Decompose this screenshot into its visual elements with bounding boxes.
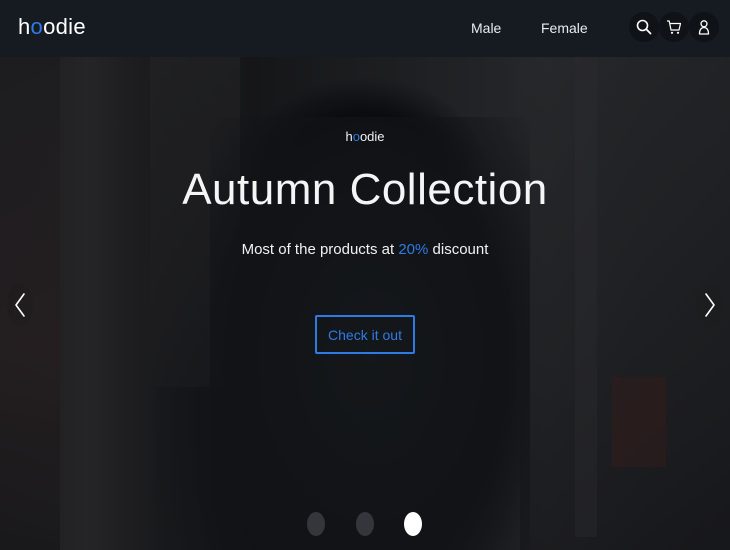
chevron-left-icon: [15, 293, 25, 317]
hero-brand: hoodie: [0, 129, 730, 144]
search-icon: [636, 19, 652, 35]
hero-brand-start: h: [345, 129, 353, 144]
carousel-indicator-2[interactable]: [356, 512, 374, 536]
discount-highlight: 20%: [398, 241, 429, 258]
hero-carousel: hoodie Autumn Collection Most of the pro…: [0, 57, 730, 550]
brand-logo-accent: o: [30, 14, 44, 39]
carousel-next-button[interactable]: [697, 283, 723, 327]
navbar: hoodie Male Female: [0, 0, 730, 57]
cart-button[interactable]: [659, 12, 689, 42]
cart-icon: [667, 20, 682, 34]
chevron-right-icon: [705, 293, 715, 317]
search-button[interactable]: [629, 12, 659, 42]
nav-link-male[interactable]: Male: [471, 20, 501, 36]
hero-subtitle: Most of the products at 20% discount: [0, 241, 730, 258]
brand-logo-start: h: [18, 14, 31, 39]
hero-brand-accent: o: [352, 129, 360, 144]
user-button[interactable]: [689, 12, 719, 42]
carousel-indicators: [0, 512, 730, 536]
hero-title: Autumn Collection: [182, 165, 548, 214]
hero-subtitle-start: Most of the products at: [241, 241, 399, 258]
carousel-prev-button[interactable]: [7, 283, 33, 327]
carousel-indicator-3-active[interactable]: [404, 512, 422, 536]
user-icon: [698, 20, 710, 35]
carousel-indicator-1[interactable]: [307, 512, 325, 536]
nav-link-female[interactable]: Female: [541, 20, 588, 36]
check-it-out-button[interactable]: Check it out: [315, 315, 415, 354]
hero-subtitle-end: discount: [428, 241, 489, 258]
brand-logo[interactable]: hoodie: [18, 14, 86, 40]
brand-logo-end: odie: [43, 14, 86, 39]
hero-brand-end: odie: [359, 129, 385, 144]
